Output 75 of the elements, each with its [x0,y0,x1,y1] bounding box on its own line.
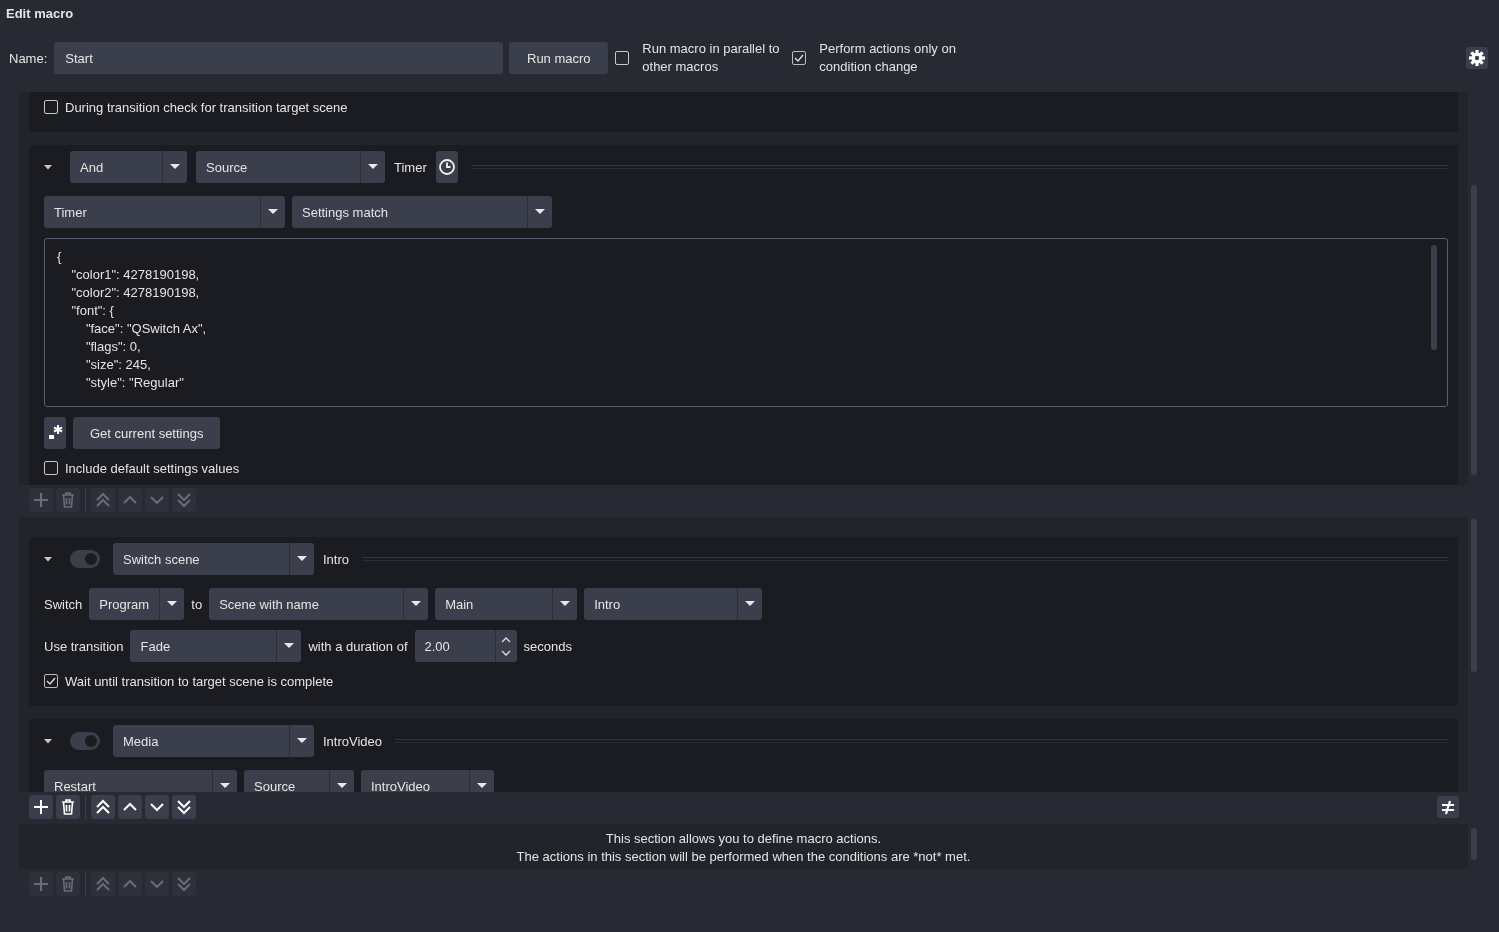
checkbox-label: Run macro in parallel to other macros [642,40,781,76]
delete-button[interactable] [56,794,80,819]
caret-icon [268,209,278,215]
checkbox-label: During transition check for transition target scene [65,99,348,115]
scrollbar[interactable] [1431,245,1437,350]
dropdown[interactable]: Media [113,725,314,757]
move-up-button[interactable] [118,794,142,819]
caret-icon [167,601,178,607]
checkbox-label: Perform actions only on condition change [819,40,957,76]
label: Intro [323,551,349,567]
checkbox-label: Wait until transition to target scene is complete [65,673,334,689]
dropdown[interactable]: Fade [130,630,302,662]
checkbox-label: Include default settings values [65,460,240,476]
not-equal-button[interactable] [1437,795,1459,818]
window-title: Edit macro [5,5,75,23]
dropdown[interactable]: IntroVideo [361,770,494,792]
collapse-arrow-icon[interactable] [44,556,52,562]
clock-button[interactable] [435,151,458,183]
dropdown[interactable]: Source [244,770,354,792]
caret-icon [411,601,422,607]
dropdown[interactable]: Source [196,151,385,183]
scrollbar[interactable] [1471,185,1477,475]
number-field[interactable]: 2.00 [414,630,517,662]
info-text: The actions in this section will be performed when the conditions are *not* met. [516,847,971,866]
caret-icon [297,556,307,562]
caret-icon [170,164,180,170]
run-macro-button[interactable]: Run macro [509,42,609,74]
move-top-button[interactable] [91,794,115,819]
checkbox[interactable] [615,51,630,65]
label: Switch [44,596,83,612]
toggle-switch[interactable] [70,550,100,568]
name-field[interactable]: Start [54,42,504,74]
label: IntroVideo [323,733,383,749]
caret-icon [368,164,378,170]
info-text: This section allows you to define macro actions. [605,829,882,848]
label: Use transition [44,638,124,654]
spin-up-icon[interactable] [501,636,511,643]
label: Timer [394,159,427,175]
dropdown[interactable]: Program [89,588,185,620]
move-bottom-button[interactable] [172,794,196,819]
dropdown[interactable]: Main [435,588,578,620]
label: to [191,596,203,612]
move-down-button[interactable] [145,794,169,819]
checkbox[interactable] [44,100,58,114]
collapse-arrow-icon[interactable] [44,738,52,744]
caret-icon [337,783,347,789]
add-button[interactable] [29,794,53,819]
settings-button[interactable] [1466,47,1488,69]
caret-icon [535,209,545,215]
dropdown[interactable]: Timer [44,196,285,228]
get-settings-button[interactable]: Get current settings [73,417,221,449]
scrollbar[interactable] [1471,519,1477,672]
scrollbar[interactable] [1471,828,1477,860]
dropdown[interactable]: And [70,151,187,183]
label: seconds [523,638,572,654]
dropdown[interactable]: Intro [584,588,763,620]
caret-icon [745,601,756,607]
caret-icon [220,783,230,789]
spin-down-icon[interactable] [501,649,511,656]
dropdown[interactable]: Scene with name [209,588,429,620]
caret-icon [284,643,295,649]
regex-button[interactable] [44,417,66,449]
dropdown[interactable]: Restart [44,770,237,792]
name-label: Name: [9,50,48,66]
checkbox[interactable] [792,51,807,65]
dropdown[interactable]: Switch scene [113,543,314,575]
checkbox[interactable] [44,674,58,688]
caret-icon [477,783,487,789]
dropdown[interactable]: Settings match [292,196,552,228]
caret-icon [560,601,571,607]
toggle-switch[interactable] [70,732,100,750]
caret-icon [297,738,307,744]
collapse-arrow-icon[interactable] [44,164,52,170]
checkbox[interactable] [44,461,58,475]
label: with a duration of [308,638,408,654]
